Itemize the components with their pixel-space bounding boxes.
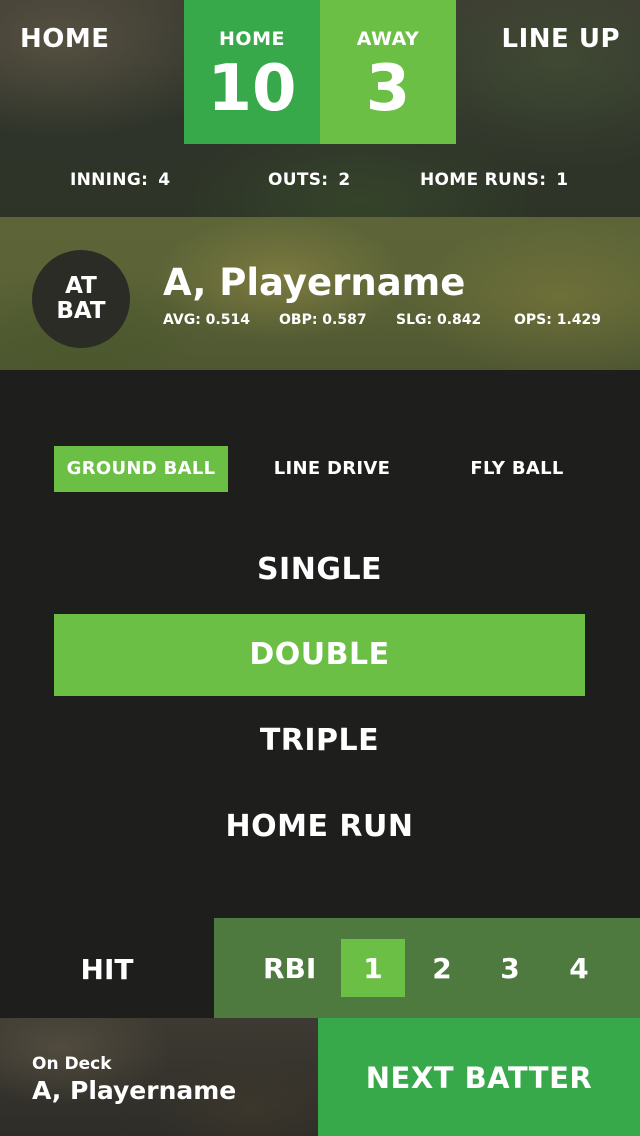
single-option[interactable]: SINGLE <box>54 529 585 611</box>
rbi-option-1[interactable]: 1 <box>341 939 405 997</box>
away-score-value: 3 <box>365 52 411 126</box>
ops-stat: OPS: 1.429 <box>514 312 602 328</box>
slg-stat: SLG: 0.842 <box>396 312 482 328</box>
on-deck-panel: On Deck A, Playername <box>0 1018 318 1136</box>
home-runs-label: HOME RUNS: <box>420 170 547 190</box>
at-bat-badge-line1: AT <box>65 273 97 299</box>
obp-stat: OBP: 0.587 <box>279 312 367 328</box>
on-deck-player-name: A, Playername <box>32 1076 237 1105</box>
next-batter-button[interactable]: NEXT BATTER <box>318 1018 640 1136</box>
header: HOME LINE UP HOME 10 AWAY 3 INNING: 4 OUT… <box>0 0 640 217</box>
home-nav-button[interactable]: HOME <box>20 24 110 54</box>
hit-button[interactable]: HIT <box>0 918 214 1018</box>
rbi-label: RBI <box>263 952 317 985</box>
home-score-label: HOME <box>219 28 285 50</box>
home-runs-stat: HOME RUNS: 1 <box>420 170 568 190</box>
home-score-value: 10 <box>207 52 297 126</box>
triple-option[interactable]: TRIPLE <box>54 700 585 782</box>
inning-stat: INNING: 4 <box>70 170 170 190</box>
at-bat-player-name: A, Playername <box>163 261 466 304</box>
double-option[interactable]: DOUBLE <box>54 614 585 696</box>
at-bat-panel: AT BAT A, Playername AVG: 0.514 OBP: 0.5… <box>0 217 640 370</box>
at-bat-badge-line2: BAT <box>56 298 106 324</box>
away-score-box: AWAY 3 <box>320 0 456 144</box>
avg-stat: AVG: 0.514 <box>163 312 250 328</box>
outs-stat: OUTS: 2 <box>268 170 351 190</box>
outs-value: 2 <box>338 170 351 190</box>
rbi-option-2[interactable]: 2 <box>410 939 474 997</box>
home-run-option[interactable]: HOME RUN <box>54 786 585 868</box>
lineup-nav-button[interactable]: LINE UP <box>502 24 620 54</box>
fly-ball-tab[interactable]: FLY BALL <box>434 446 600 492</box>
at-bat-badge: AT BAT <box>32 250 130 348</box>
rbi-option-3[interactable]: 3 <box>478 939 542 997</box>
on-deck-label: On Deck <box>32 1054 112 1074</box>
ground-ball-tab[interactable]: GROUND BALL <box>54 446 228 492</box>
home-score-box: HOME 10 <box>184 0 320 144</box>
home-runs-value: 1 <box>556 170 569 190</box>
rbi-panel: RBI 1 2 3 4 <box>214 918 640 1018</box>
outs-label: OUTS: <box>268 170 329 190</box>
hit-type-selector: GROUND BALL LINE DRIVE FLY BALL <box>54 446 586 492</box>
inning-value: 4 <box>158 170 171 190</box>
line-drive-tab[interactable]: LINE DRIVE <box>248 446 416 492</box>
inning-label: INNING: <box>70 170 149 190</box>
rbi-option-4[interactable]: 4 <box>547 939 611 997</box>
away-score-label: AWAY <box>356 28 420 50</box>
